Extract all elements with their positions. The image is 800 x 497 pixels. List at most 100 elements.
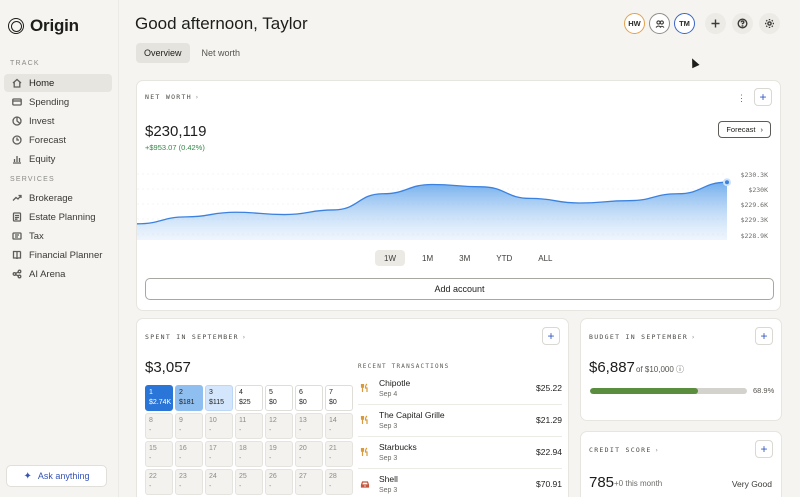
calendar-day-amount: - (299, 482, 302, 490)
sidebar-item-financial-planner[interactable]: Financial Planner (4, 246, 112, 264)
net-worth-value: $230,119 (145, 123, 207, 140)
calendar-day-number: 20 (299, 445, 307, 452)
calendar-day[interactable]: 22 - (145, 469, 173, 495)
transaction-row[interactable]: The Capital Grille Sep 3 $21.29 (358, 407, 562, 437)
avatar-hw[interactable]: HW (624, 13, 645, 34)
net-worth-add-button[interactable]: + (754, 88, 772, 106)
transaction-row[interactable]: Shell Sep 3 $70.91 (358, 471, 562, 497)
sidebar-item-ai-arena[interactable]: AI Arena (4, 265, 112, 283)
credit-add-button[interactable]: + (755, 440, 773, 458)
transaction-row[interactable]: Starbucks Sep 3 $22.94 (358, 439, 562, 469)
calendar-day-number: 15 (149, 445, 157, 452)
spending-calendar: 1 $2.74K 2 $181 3 $115 4 $25 5 $0 6 $0 7 $0 8-9-10-11-… (145, 385, 353, 495)
sidebar-item-label: Estate Planning (29, 211, 96, 223)
credit-score-title[interactable]: CREDIT SCORE › (589, 446, 660, 454)
calendar-day-number: 23 (179, 473, 187, 480)
more-options-button[interactable]: ⋮ (737, 93, 746, 104)
calendar-day-number: 4 (239, 389, 243, 396)
calendar-day[interactable]: 17 - (205, 441, 233, 467)
calendar-day-amount: $0 (299, 398, 307, 406)
net-worth-title[interactable]: NET WORTH › (145, 93, 200, 101)
budget-limit: of $10,000 ⓘ (636, 365, 685, 374)
sidebar-item-estate-planning[interactable]: Estate Planning (4, 208, 112, 226)
calendar-day-number: 10 (209, 417, 217, 424)
sidebar-item-spending[interactable]: Spending (4, 93, 112, 111)
calendar-day[interactable]: 7 $0 (325, 385, 353, 411)
settings-button[interactable] (759, 13, 780, 34)
calendar-day[interactable]: 1 $2.74K (145, 385, 173, 411)
calendar-day-amount: - (329, 426, 332, 434)
credit-score-change: +0 this month (614, 479, 663, 488)
range-ytd[interactable]: YTD (487, 250, 521, 266)
avatar-tm[interactable]: TM (674, 13, 695, 34)
sidebar-item-invest[interactable]: Invest (4, 112, 112, 130)
calendar-day[interactable]: 15 - (145, 441, 173, 467)
calendar-day-amount: - (179, 482, 182, 490)
transaction-date: Sep 4 (379, 391, 398, 398)
add-account-button[interactable]: Add account (145, 278, 774, 300)
budget-title[interactable]: BUDGET IN SEPTEMBER › (589, 333, 696, 341)
avatar-group[interactable] (649, 13, 670, 34)
range-selector: 1W 1M 3M YTD ALL (375, 250, 561, 266)
range-3m[interactable]: 3M (450, 250, 479, 266)
calendar-day[interactable]: 11 - (235, 413, 263, 439)
calendar-day[interactable]: 9- (175, 413, 203, 439)
sidebar-item-brokerage[interactable]: Brokerage (4, 189, 112, 207)
transaction-amount: $70.91 (536, 479, 562, 489)
calendar-day-amount: - (269, 454, 272, 462)
transaction-row[interactable]: Chipotle Sep 4 $25.22 (358, 375, 562, 405)
calendar-day[interactable]: 27 - (295, 469, 323, 495)
info-icon[interactable]: ⓘ (676, 365, 684, 374)
calendar-day[interactable]: 13 - (295, 413, 323, 439)
calendar-day[interactable]: 2 $181 (175, 385, 203, 411)
tab-overview[interactable]: Overview (136, 43, 190, 63)
tab-net-worth[interactable]: Net worth (194, 43, 249, 63)
calendar-day[interactable]: 26 - (265, 469, 293, 495)
calendar-day[interactable]: 28 - (325, 469, 353, 495)
logo[interactable]: Origin (8, 16, 79, 36)
calendar-day[interactable]: 5 $0 (265, 385, 293, 411)
sidebar-section-track: TRACK (10, 60, 40, 67)
calendar-day[interactable]: 3 $115 (205, 385, 233, 411)
calendar-day[interactable]: 20 - (295, 441, 323, 467)
calendar-day[interactable]: 18 - (235, 441, 263, 467)
calendar-day-amount: $181 (179, 398, 195, 406)
calendar-day[interactable]: 8- (145, 413, 173, 439)
budget-progress-fill (590, 388, 699, 394)
calendar-day[interactable]: 24 - (205, 469, 233, 495)
sidebar-item-tax[interactable]: Tax (4, 227, 112, 245)
credit-score-value: 785 (589, 474, 615, 491)
home-icon (12, 78, 22, 88)
calendar-day[interactable]: 16 - (175, 441, 203, 467)
calendar-day[interactable]: 12 - (265, 413, 293, 439)
ask-anything-button[interactable]: ✦ Ask anything (6, 465, 107, 487)
utensils-icon (360, 382, 370, 392)
calendar-day-number: 1 (149, 389, 153, 396)
spending-add-button[interactable]: + (542, 327, 560, 345)
calendar-day-number: 13 (299, 417, 307, 424)
budget-add-button[interactable]: + (755, 327, 773, 345)
calendar-day[interactable]: 6 $0 (295, 385, 323, 411)
spending-title[interactable]: SPENT IN SEPTEMBER › (145, 333, 247, 341)
calendar-day[interactable]: 19 - (265, 441, 293, 467)
gear-icon (765, 19, 774, 28)
calendar-day[interactable]: 21 - (325, 441, 353, 467)
calendar-day[interactable]: 14 - (325, 413, 353, 439)
forecast-button[interactable]: Forecast › (718, 121, 771, 138)
sidebar-item-home[interactable]: Home (4, 74, 112, 92)
sidebar-item-forecast[interactable]: Forecast (4, 131, 112, 149)
calendar-day[interactable]: 10 - (205, 413, 233, 439)
net-worth-current-point[interactable] (723, 178, 731, 187)
add-button[interactable] (705, 13, 726, 34)
plus-icon (711, 19, 720, 28)
calendar-day[interactable]: 25 - (235, 469, 263, 495)
calendar-day[interactable]: 23 - (175, 469, 203, 495)
calendar-day[interactable]: 4 $25 (235, 385, 263, 411)
sidebar-item-equity[interactable]: Equity (4, 150, 112, 168)
range-all[interactable]: ALL (529, 250, 561, 266)
help-button[interactable] (732, 13, 753, 34)
calendar-day-amount: - (239, 482, 242, 490)
range-1w[interactable]: 1W (375, 250, 405, 266)
range-1m[interactable]: 1M (413, 250, 442, 266)
net-worth-chart (137, 173, 731, 240)
